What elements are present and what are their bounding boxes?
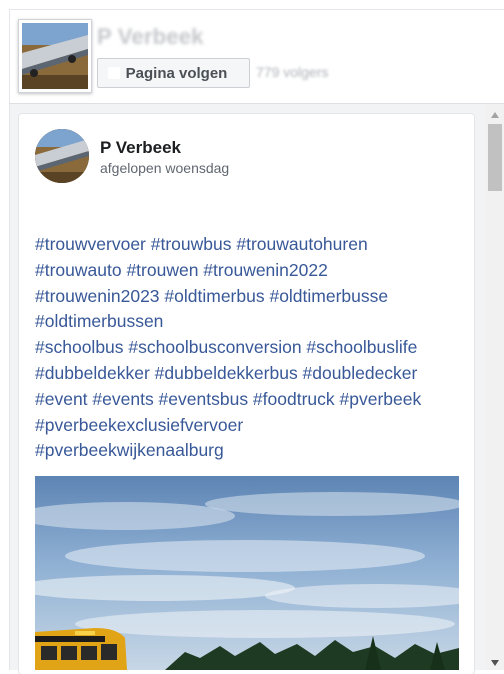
page-name[interactable]: P Verbeek — [97, 24, 204, 50]
post-photo[interactable] — [35, 476, 459, 670]
follow-button-label: Pagina volgen — [125, 64, 228, 82]
bus-photo-thumbnail — [22, 23, 88, 89]
post-timestamp[interactable]: afgelopen woensdag — [100, 160, 229, 176]
bus-photo-avatar — [35, 129, 89, 183]
hashtag-line[interactable]: #trouwenin2023 #oldtimerbus #oldtimerbus… — [35, 284, 465, 310]
sky-school-bus-photo — [35, 476, 459, 670]
author-avatar[interactable] — [35, 129, 89, 183]
page-profile-picture[interactable] — [18, 19, 92, 93]
hashtag-line[interactable]: #dubbeldekker #dubbeldekkerbus #doublede… — [35, 361, 465, 387]
feed-scrollbar[interactable] — [486, 104, 504, 670]
hashtag-line[interactable]: #trouwvervoer #trouwbus #trouwautohuren — [35, 232, 465, 258]
triangle-down-icon[interactable] — [486, 658, 504, 668]
hashtag-line[interactable]: #trouwauto #trouwen #trouwenin2022 — [35, 258, 465, 284]
hashtag-line[interactable]: #oldtimerbussen — [35, 309, 465, 335]
hashtag-line[interactable]: #schoolbus #schoolbusconversion #schoolb… — [35, 335, 465, 361]
post-hashtags: #trouwvervoer #trouwbus #trouwautohuren … — [35, 232, 465, 464]
facebook-f-icon — [108, 67, 120, 79]
follow-page-button[interactable]: Pagina volgen — [97, 58, 250, 88]
post-author-name[interactable]: P Verbeek — [100, 138, 181, 158]
follower-count: 779 volgers — [256, 64, 329, 80]
hashtag-line[interactable]: #event #events #eventsbus #foodtruck #pv… — [35, 387, 465, 413]
hashtag-line[interactable]: #pverbeekexclusiefvervoer — [35, 413, 465, 439]
hashtag-line[interactable]: #pverbeekwijkenaalburg — [35, 438, 465, 464]
triangle-up-icon[interactable] — [486, 110, 504, 120]
scrollbar-thumb[interactable] — [488, 124, 502, 191]
